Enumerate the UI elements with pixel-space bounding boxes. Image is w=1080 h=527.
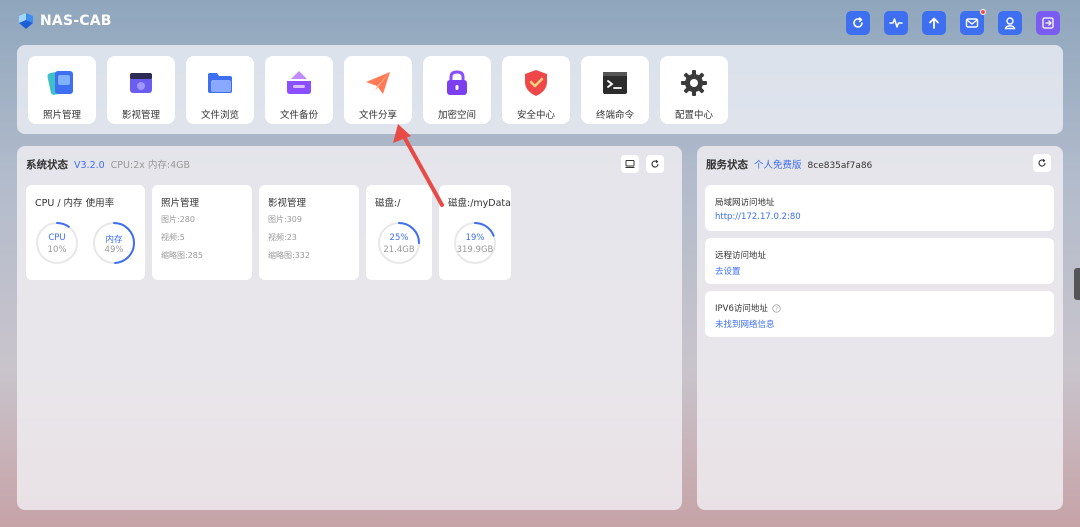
app-terminal[interactable]: 终端命令 [581,56,649,124]
logout-icon [1042,17,1054,29]
cpu-value: 10% [47,245,67,255]
gear-icon [681,70,707,96]
photos-icon [47,70,73,95]
refresh-icon [651,159,659,168]
upload-button[interactable] [922,11,946,35]
service-status-panel: 服务状态 个人免费版 8ce835af7a86 局域网访问地址 http://1… [697,146,1063,510]
shield-icon [525,70,547,96]
svg-text:?: ? [775,306,778,312]
disk-data-ring [454,222,496,264]
activity-icon [889,18,903,28]
app-photos[interactable]: 照片管理 [28,56,96,124]
lan-address-link[interactable]: http://172.17.0.2:80 [715,212,801,222]
disk-root-title: 磁盘:/ [375,198,401,209]
disk-data-card: 磁盘:/myData 19% 319.9GB [439,185,511,280]
system-status-header: 系统状态 V3.2.0 CPU:2x 内存:4GB [26,157,190,172]
video-thumb-count: 缩略图:332 [268,251,310,260]
app-video[interactable]: 影视管理 [107,56,175,124]
video-icon [130,73,152,93]
disk-root-value: 25% [389,233,409,243]
ipv6-address-label: IPV6访问地址 [715,304,768,314]
cpu-ring [36,222,78,264]
app-file-backup[interactable]: 文件备份 [265,56,333,124]
system-specs: CPU:2x 内存:4GB [110,160,190,171]
user-button[interactable] [998,11,1022,35]
mail-button[interactable] [960,9,986,35]
terminal-icon [603,72,627,94]
video-video-count: 视频:23 [268,233,297,242]
video-stats-card: 影视管理 图片:309 视频:23 缩略图:332 [259,185,359,280]
remote-setup-link[interactable]: 去设置 [715,265,741,277]
side-drawer-handle[interactable] [1074,268,1080,300]
app-security-center[interactable]: 安全中心 [502,56,570,124]
upload-icon [929,17,939,29]
disk-root-size: 21.4GB [383,245,415,255]
memory-label: 内存 [105,235,123,245]
backup-icon [287,71,311,94]
lan-address-label: 局域网访问地址 [715,198,775,208]
edition-label: 个人免费版 [754,160,802,171]
mail-icon [965,18,979,28]
disk-root-ring [378,222,420,264]
folder-icon [208,73,232,93]
photo-card-title: 照片管理 [161,198,200,209]
disk-data-size: 319.9GB [456,245,494,255]
remote-address-card: 远程访问地址 去设置 [705,238,1054,284]
disk-data-title: 磁盘:/myData [448,198,511,209]
ipv6-address-card: IPV6访问地址 ? 未找到网络信息 [705,291,1054,337]
system-status-panel: 系统状态 V3.2.0 CPU:2x 内存:4GB CPU / 内存 使用率 C… [17,146,682,510]
video-image-count: 图片:309 [268,215,302,224]
photo-thumb-count: 缩略图:285 [161,251,203,260]
remote-address-label: 远程访问地址 [715,251,767,261]
refresh-icon [1038,158,1046,167]
top-bar: NAS-CAB [0,0,1080,44]
video-card-title: 影视管理 [268,198,307,209]
service-status-header: 服务状态 个人免费版 8ce835af7a86 [706,157,872,172]
app-encrypted-space[interactable]: 加密空间 [423,56,491,124]
help-icon[interactable]: ? [772,303,781,313]
monitor-icon [625,160,635,168]
app-config-center[interactable]: 配置中心 [660,56,728,124]
app-file-browser[interactable]: 文件浏览 [186,56,254,124]
system-refresh-button[interactable] [646,155,664,173]
lan-address-card: 局域网访问地址 http://172.17.0.2:80 [705,185,1054,231]
cpu-label: CPU [48,233,66,243]
memory-value: 49% [104,245,124,255]
photo-image-count: 图片:280 [161,215,195,224]
refresh-icon [853,17,863,28]
disk-data-value: 19% [465,233,485,243]
ipv6-address-value: 未找到网络信息 [715,320,775,330]
photo-video-count: 视频:5 [161,233,185,242]
usage-card-title: CPU / 内存 使用率 [35,198,115,209]
service-refresh-button[interactable] [1033,154,1051,172]
share-icon [366,72,390,94]
logo: NAS-CAB [17,12,112,30]
refresh-button[interactable] [846,11,870,35]
usage-card: CPU / 内存 使用率 CPU 10% 内存 49% [26,185,145,280]
logo-icon [19,13,33,29]
logout-button[interactable] [1036,11,1060,35]
app-dock: 照片管理 影视管理 文件浏览 文件备份 文件分享 加密空间 安全中心 终端命令 … [17,45,1063,134]
activity-button[interactable] [884,11,908,35]
user-icon [1004,17,1016,30]
notification-badge [980,9,986,15]
app-file-share[interactable]: 文件分享 [344,56,412,124]
disk-root-card: 磁盘:/ 25% 21.4GB [366,185,432,280]
service-status-title: 服务状态 [706,159,748,171]
version-label: V3.2.0 [74,160,105,171]
lock-icon [447,70,467,95]
monitor-button[interactable] [621,155,639,173]
photo-stats-card: 照片管理 图片:280 视频:5 缩略图:285 [152,185,252,280]
logo-text: NAS-CAB [40,13,112,29]
system-status-title: 系统状态 [26,159,68,171]
device-id: 8ce835af7a86 [807,161,873,171]
